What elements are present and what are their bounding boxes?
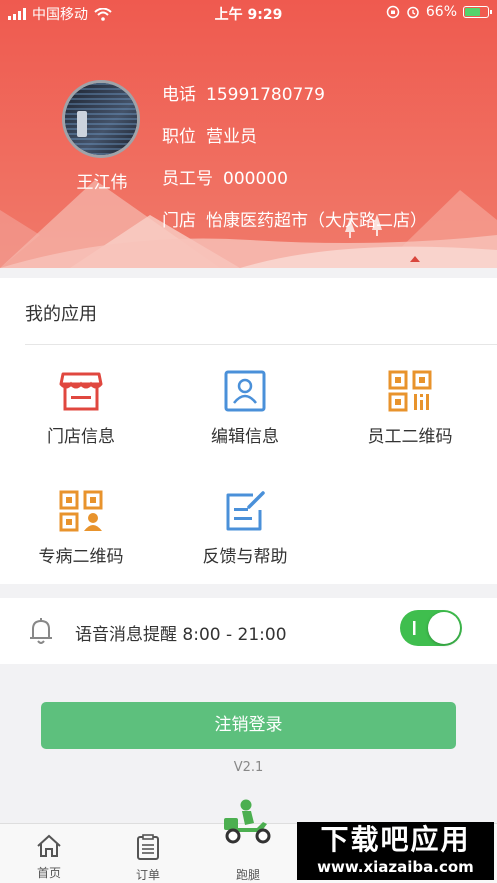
status-bar: 中国移动 上午 9:29 66% bbox=[0, 0, 497, 26]
employee-id-value: 000000 bbox=[223, 169, 288, 189]
app-feedback-help[interactable]: 反馈与帮助 bbox=[175, 490, 315, 567]
battery-percent: 66% bbox=[425, 4, 457, 20]
app-label: 专病二维码 bbox=[38, 547, 124, 567]
app-label: 反馈与帮助 bbox=[202, 547, 288, 567]
tab-orders[interactable]: 订单 bbox=[113, 834, 183, 883]
tab-label: 首页 bbox=[36, 866, 61, 880]
clipboard-icon bbox=[137, 834, 159, 860]
orientation-lock-icon bbox=[386, 5, 400, 19]
divider bbox=[25, 344, 497, 345]
watermark-title: 下载吧应用 bbox=[320, 823, 471, 856]
user-name: 王江伟 bbox=[76, 173, 128, 193]
battery-icon bbox=[463, 6, 492, 18]
app-edit-info[interactable]: 编辑信息 bbox=[175, 370, 315, 447]
my-apps-card: 我的应用 门店信息 编辑信息 员工二维码 专病二维码 反馈与帮助 bbox=[0, 278, 497, 584]
store-value: 怡康医药超市（大庆路二店） bbox=[206, 211, 427, 231]
position-label: 职位 bbox=[162, 127, 196, 147]
phone-row: 电话 15991780779 bbox=[162, 80, 325, 105]
alarm-icon bbox=[407, 6, 419, 19]
toggle-on-mark bbox=[413, 621, 416, 635]
voice-reminder-label: 语音消息提醒 8:00 - 21:00 bbox=[75, 625, 287, 645]
qr-code-icon bbox=[388, 370, 432, 412]
voice-reminder-toggle[interactable] bbox=[400, 610, 462, 646]
logout-button[interactable]: 注销登录 bbox=[41, 702, 456, 749]
tab-label: 跑腿 bbox=[235, 868, 260, 882]
store-icon bbox=[59, 372, 103, 411]
bell-icon bbox=[30, 618, 52, 644]
position-value: 营业员 bbox=[206, 127, 257, 147]
profile-card-icon bbox=[224, 370, 266, 412]
app-label: 门店信息 bbox=[47, 427, 115, 447]
feedback-edit-icon bbox=[226, 491, 265, 531]
voice-reminder-row: 语音消息提醒 8:00 - 21:00 bbox=[0, 598, 497, 664]
store-label: 门店 bbox=[162, 211, 196, 231]
app-disease-qr[interactable]: 专病二维码 bbox=[11, 490, 151, 567]
profile-header: 中国移动 上午 9:29 66% 王江伟 电话 15991780779 职位 营… bbox=[0, 0, 497, 268]
employee-id-row: 员工号 000000 bbox=[162, 164, 288, 189]
position-row: 职位 营业员 bbox=[162, 122, 257, 147]
delivery-rider-icon[interactable] bbox=[221, 798, 275, 844]
watermark-url: www.xiazaiba.com bbox=[317, 858, 474, 876]
toggle-knob bbox=[428, 612, 460, 644]
my-apps-title: 我的应用 bbox=[25, 304, 97, 325]
tab-label: 订单 bbox=[135, 868, 160, 882]
phone-value: 15991780779 bbox=[206, 85, 325, 105]
download-site-watermark: 下载吧应用 www.xiazaiba.com bbox=[297, 822, 494, 880]
home-icon bbox=[37, 834, 61, 857]
app-employee-qr[interactable]: 员工二维码 bbox=[340, 370, 480, 447]
phone-label: 电话 bbox=[162, 85, 196, 105]
tab-home[interactable]: 首页 bbox=[14, 834, 84, 881]
avatar[interactable] bbox=[62, 80, 140, 158]
app-label: 编辑信息 bbox=[211, 427, 279, 447]
employee-id-label: 员工号 bbox=[162, 169, 213, 189]
tab-errand[interactable]: 跑腿 bbox=[213, 864, 283, 883]
store-row: 门店 怡康医药超市（大庆路二店） bbox=[162, 206, 427, 231]
app-version: V2.1 bbox=[233, 760, 264, 775]
qr-code-person-icon bbox=[59, 490, 103, 532]
app-store-info[interactable]: 门店信息 bbox=[11, 370, 151, 447]
app-label: 员工二维码 bbox=[367, 427, 453, 447]
